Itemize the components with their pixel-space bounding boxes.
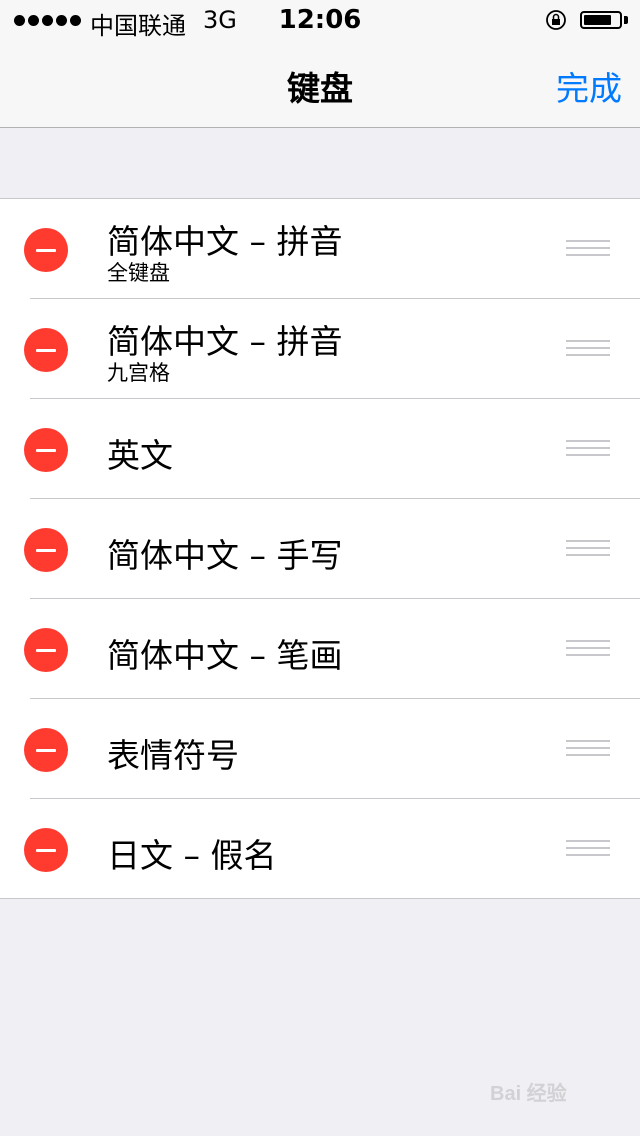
row-separator-inset bbox=[0, 798, 30, 799]
reorder-handle-icon[interactable] bbox=[566, 340, 610, 358]
reorder-handle-icon[interactable] bbox=[566, 240, 610, 258]
page-title: 键盘 bbox=[287, 69, 353, 108]
keyboard-title: 简体中文 – 笔画 bbox=[107, 636, 343, 675]
battery-tip bbox=[624, 16, 628, 24]
keyboard-subtitle: 全键盘 bbox=[107, 261, 170, 285]
keyboard-list: 简体中文 – 拼音 全键盘 简体中文 – 拼音 九宫格 英文 简体中文 – 手写 简体中文 … bbox=[0, 198, 640, 899]
keyboard-row[interactable]: 简体中文 – 拼音 全键盘 bbox=[0, 199, 640, 298]
delete-keyboard-button[interactable] bbox=[24, 828, 68, 872]
reorder-handle-icon[interactable] bbox=[566, 740, 610, 758]
reorder-handle-icon[interactable] bbox=[566, 540, 610, 558]
keyboard-title: 表情符号 bbox=[107, 736, 239, 775]
delete-keyboard-button[interactable] bbox=[24, 328, 68, 372]
row-separator-inset bbox=[0, 398, 30, 399]
status-bar: 中国联通 3G 12:06 bbox=[0, 0, 640, 40]
minus-icon bbox=[36, 549, 56, 552]
battery-icon bbox=[580, 11, 622, 29]
keyboard-title: 简体中文 – 手写 bbox=[107, 536, 343, 575]
reorder-handle-icon[interactable] bbox=[566, 840, 610, 858]
row-separator-inset bbox=[0, 498, 30, 499]
keyboard-row[interactable]: 日文 – 假名 bbox=[0, 798, 640, 898]
watermark-logo: Bai 经验 bbox=[490, 1083, 567, 1105]
keyboard-title: 简体中文 – 拼音 bbox=[107, 222, 343, 261]
minus-icon bbox=[36, 649, 56, 652]
keyboard-title: 简体中文 – 拼音 bbox=[107, 322, 343, 361]
navigation-bar: 键盘 完成 bbox=[0, 40, 640, 128]
reorder-handle-icon[interactable] bbox=[566, 640, 610, 658]
rotation-lock-icon bbox=[546, 10, 566, 30]
row-separator-inset bbox=[0, 598, 30, 599]
minus-icon bbox=[36, 749, 56, 752]
delete-keyboard-button[interactable] bbox=[24, 628, 68, 672]
status-time: 12:06 bbox=[278, 5, 362, 35]
minus-icon bbox=[36, 849, 56, 852]
keyboard-title: 日文 – 假名 bbox=[107, 836, 277, 875]
keyboard-row[interactable]: 简体中文 – 拼音 九宫格 bbox=[0, 298, 640, 398]
minus-icon bbox=[36, 349, 56, 352]
minus-icon bbox=[36, 449, 56, 452]
keyboard-row[interactable]: 简体中文 – 笔画 bbox=[0, 598, 640, 698]
delete-keyboard-button[interactable] bbox=[24, 728, 68, 772]
keyboard-row[interactable]: 简体中文 – 手写 bbox=[0, 498, 640, 598]
done-button[interactable]: 完成 bbox=[556, 62, 622, 110]
keyboard-row[interactable]: 英文 bbox=[0, 398, 640, 498]
keyboard-title: 英文 bbox=[107, 436, 173, 475]
delete-keyboard-button[interactable] bbox=[24, 228, 68, 272]
keyboard-subtitle: 九宫格 bbox=[107, 361, 170, 385]
minus-icon bbox=[36, 249, 56, 252]
row-separator-inset bbox=[0, 298, 30, 299]
reorder-handle-icon[interactable] bbox=[566, 440, 610, 458]
delete-keyboard-button[interactable] bbox=[24, 428, 68, 472]
row-separator-inset bbox=[0, 698, 30, 699]
keyboard-row[interactable]: 表情符号 bbox=[0, 698, 640, 798]
delete-keyboard-button[interactable] bbox=[24, 528, 68, 572]
